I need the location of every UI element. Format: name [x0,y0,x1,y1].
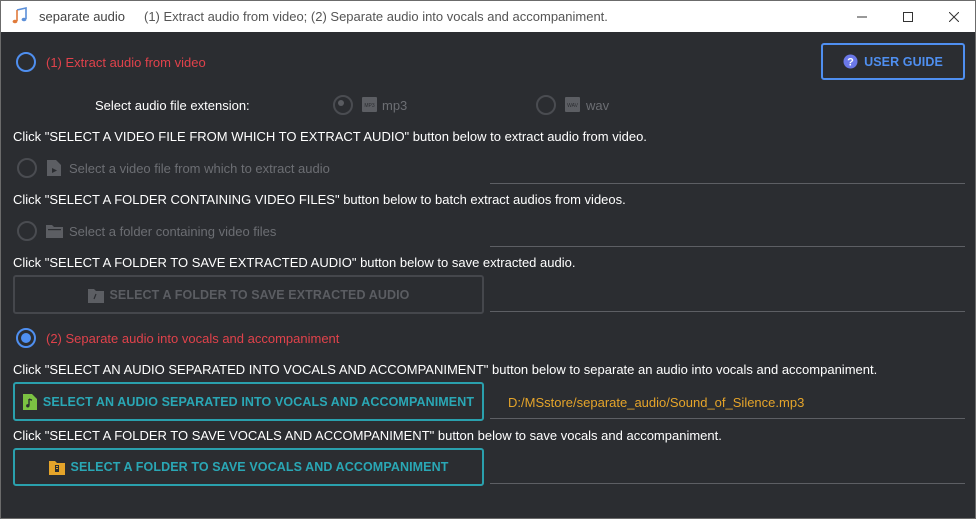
minimize-button[interactable] [839,1,885,32]
video-file-option-label: Select a video file from which to extrac… [69,161,330,176]
save-vocals-label: SELECT A FOLDER TO SAVE VOCALS AND ACCOM… [70,460,449,474]
video-folder-icon [46,224,63,241]
mp3-file-icon: MP3 [362,97,377,115]
video-folder-path-field [490,246,965,247]
close-button[interactable] [931,1,975,32]
wav-file-icon: WAV [565,97,580,115]
select-audio-button[interactable]: SELECT AN AUDIO SEPARATED INTO VOCALS AN… [13,382,484,421]
save-extracted-audio-button[interactable]: SELECT A FOLDER TO SAVE EXTRACTED AUDIO [13,275,484,314]
hint-select-audio: Click "SELECT AN AUDIO SEPARATED INTO VO… [13,362,878,377]
user-guide-label: USER GUIDE [864,54,943,69]
title-bar: separate audio (1) Extract audio from vi… [1,1,975,32]
hint-save-vocals: Click "SELECT A FOLDER TO SAVE VOCALS AN… [13,428,722,443]
video-file-icon [47,160,61,179]
save-folder-icon [87,287,104,303]
section1-label: (1) Extract audio from video [46,55,206,70]
save-vocals-path-field [490,483,965,484]
music-note-icon [11,7,29,25]
close-icon [949,11,959,22]
video-folder-option-label: Select a folder containing video files [69,224,277,239]
svg-text:?: ? [847,56,854,68]
ext-mp3-label: mp3 [382,98,408,113]
save-vocals-button[interactable]: SELECT A FOLDER TO SAVE VOCALS AND ACCOM… [13,448,484,486]
section2-radio[interactable] [16,328,36,348]
section1-radio[interactable] [16,52,36,72]
ext-mp3-radio[interactable] [333,95,353,115]
window-title: separate audio [39,9,126,24]
video-file-radio[interactable] [17,158,37,178]
video-folder-radio[interactable] [17,221,37,241]
hint-save-extracted: Click "SELECT A FOLDER TO SAVE EXTRACTED… [13,255,576,270]
main-content: (1) Extract audio from video ? USER GUID… [1,32,975,518]
select-audio-label: SELECT AN AUDIO SEPARATED INTO VOCALS AN… [42,394,475,409]
section2-label: (2) Separate audio into vocals and accom… [46,331,340,346]
audio-file-icon [22,393,37,410]
hint-video-folder: Click "SELECT A FOLDER CONTAINING VIDEO … [13,192,626,207]
save-extracted-audio-label: SELECT A FOLDER TO SAVE EXTRACTED AUDIO [109,287,410,302]
save-extracted-path-field [490,311,965,312]
ext-wav-radio[interactable] [536,95,556,115]
audio-path-value: D:/MSstore/separate_audio/Sound_of_Silen… [508,395,805,410]
minimize-icon [857,16,867,17]
archive-folder-icon [48,460,65,475]
ext-label: Select audio file extension: [95,98,250,113]
video-file-path-field [490,183,965,184]
svg-text:WAV: WAV [567,103,578,109]
help-icon: ? [843,54,858,69]
user-guide-button[interactable]: ? USER GUIDE [821,43,965,80]
svg-text:MP3: MP3 [364,103,375,109]
maximize-button[interactable] [885,1,931,32]
app-window: separate audio (1) Extract audio from vi… [0,0,976,519]
ext-wav-label: wav [586,98,610,113]
audio-path-field [490,418,965,419]
window-subtitle: (1) Extract audio from video; (2) Separa… [144,9,608,24]
hint-video-file: Click "SELECT A VIDEO FILE FROM WHICH TO… [13,129,647,144]
maximize-icon [903,11,913,22]
